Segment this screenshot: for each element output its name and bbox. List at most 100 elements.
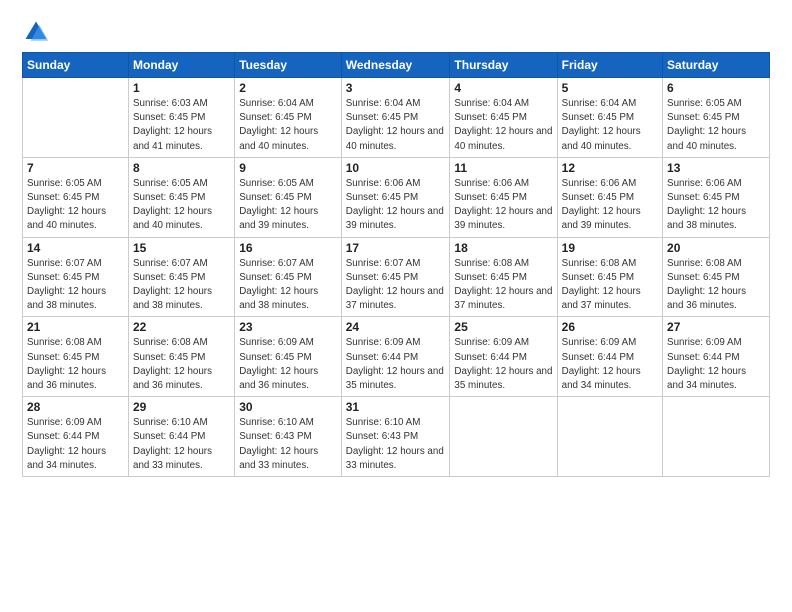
calendar-cell: 25 Sunrise: 6:09 AMSunset: 6:44 PMDayligh…: [450, 317, 557, 397]
calendar-cell: [450, 397, 557, 477]
day-number: 29: [133, 400, 230, 414]
day-info: Sunrise: 6:04 AMSunset: 6:45 PMDaylight:…: [562, 97, 658, 154]
day-info: Sunrise: 6:09 AMSunset: 6:44 PMDaylight:…: [346, 336, 446, 393]
day-info: Sunrise: 6:10 AMSunset: 6:43 PMDaylight:…: [239, 416, 337, 473]
header: [22, 18, 770, 46]
calendar-cell: 30 Sunrise: 6:10 AMSunset: 6:43 PMDayligh…: [235, 397, 342, 477]
calendar-cell: 20 Sunrise: 6:08 AMSunset: 6:45 PMDayligh…: [663, 237, 770, 317]
day-info: Sunrise: 6:07 AMSunset: 6:45 PMDaylight:…: [346, 257, 446, 314]
day-info: Sunrise: 6:09 AMSunset: 6:44 PMDaylight:…: [562, 336, 658, 393]
day-info: Sunrise: 6:05 AMSunset: 6:45 PMDaylight:…: [27, 177, 124, 234]
calendar-header-monday: Monday: [129, 53, 235, 78]
day-info: Sunrise: 6:04 AMSunset: 6:45 PMDaylight:…: [346, 97, 446, 154]
calendar-cell: 27 Sunrise: 6:09 AMSunset: 6:44 PMDayligh…: [663, 317, 770, 397]
calendar-cell: 3 Sunrise: 6:04 AMSunset: 6:45 PMDaylight…: [341, 78, 450, 158]
calendar-cell: 23Sunrise: 6:09 AMSunset: 6:45 PMDayligh…: [235, 317, 342, 397]
calendar-header-wednesday: Wednesday: [341, 53, 450, 78]
day-info: Sunrise: 6:07 AMSunset: 6:45 PMDaylight:…: [133, 257, 230, 314]
day-number: 7: [27, 161, 124, 175]
day-number: 10: [346, 161, 446, 175]
calendar-header-friday: Friday: [557, 53, 662, 78]
calendar-cell: 6Sunrise: 6:05 AMSunset: 6:45 PMDaylight…: [663, 78, 770, 158]
calendar-cell: 1 Sunrise: 6:03 AMSunset: 6:45 PMDaylight…: [129, 78, 235, 158]
day-info: Sunrise: 6:04 AMSunset: 6:45 PMDaylight:…: [454, 97, 552, 154]
day-number: 6: [667, 81, 765, 95]
day-number: 5: [562, 81, 658, 95]
day-info: Sunrise: 6:06 AMSunset: 6:45 PMDaylight:…: [346, 177, 446, 234]
day-number: 2: [239, 81, 337, 95]
day-info: Sunrise: 6:06 AMSunset: 6:45 PMDaylight:…: [454, 177, 552, 234]
day-number: 28: [27, 400, 124, 414]
day-number: 24: [346, 320, 446, 334]
calendar-cell: 2 Sunrise: 6:04 AMSunset: 6:45 PMDaylight…: [235, 78, 342, 158]
day-info: Sunrise: 6:08 AMSunset: 6:45 PMDaylight:…: [133, 336, 230, 393]
calendar-cell: [557, 397, 662, 477]
calendar-week-row: 14Sunrise: 6:07 AMSunset: 6:45 PMDayligh…: [23, 237, 770, 317]
calendar-cell: 7 Sunrise: 6:05 AMSunset: 6:45 PMDaylight…: [23, 157, 129, 237]
day-number: 19: [562, 241, 658, 255]
day-info: Sunrise: 6:03 AMSunset: 6:45 PMDaylight:…: [133, 97, 230, 154]
calendar-cell: 22 Sunrise: 6:08 AMSunset: 6:45 PMDayligh…: [129, 317, 235, 397]
calendar-cell: 14Sunrise: 6:07 AMSunset: 6:45 PMDayligh…: [23, 237, 129, 317]
day-number: 26: [562, 320, 658, 334]
day-info: Sunrise: 6:08 AMSunset: 6:45 PMDaylight:…: [667, 257, 765, 314]
day-number: 16: [239, 241, 337, 255]
day-number: 3: [346, 81, 446, 95]
day-number: 8: [133, 161, 230, 175]
day-info: Sunrise: 6:08 AMSunset: 6:45 PMDaylight:…: [27, 336, 124, 393]
day-info: Sunrise: 6:08 AMSunset: 6:45 PMDaylight:…: [454, 257, 552, 314]
day-number: 27: [667, 320, 765, 334]
calendar-cell: 11 Sunrise: 6:06 AMSunset: 6:45 PMDayligh…: [450, 157, 557, 237]
calendar-week-row: 28Sunrise: 6:09 AMSunset: 6:44 PMDayligh…: [23, 397, 770, 477]
calendar-cell: 5 Sunrise: 6:04 AMSunset: 6:45 PMDaylight…: [557, 78, 662, 158]
day-number: 17: [346, 241, 446, 255]
calendar-cell: 15 Sunrise: 6:07 AMSunset: 6:45 PMDayligh…: [129, 237, 235, 317]
calendar-cell: [663, 397, 770, 477]
calendar-cell: 9 Sunrise: 6:05 AMSunset: 6:45 PMDaylight…: [235, 157, 342, 237]
calendar-week-row: 7 Sunrise: 6:05 AMSunset: 6:45 PMDaylight…: [23, 157, 770, 237]
day-info: Sunrise: 6:05 AMSunset: 6:45 PMDaylight:…: [239, 177, 337, 234]
logo: [22, 18, 54, 46]
calendar-cell: 31 Sunrise: 6:10 AMSunset: 6:43 PMDayligh…: [341, 397, 450, 477]
day-number: 25: [454, 320, 552, 334]
day-info: Sunrise: 6:09 AMSunset: 6:45 PMDaylight:…: [239, 336, 337, 393]
day-number: 18: [454, 241, 552, 255]
calendar-header-tuesday: Tuesday: [235, 53, 342, 78]
calendar-week-row: 21 Sunrise: 6:08 AMSunset: 6:45 PMDayligh…: [23, 317, 770, 397]
day-number: 1: [133, 81, 230, 95]
day-number: 22: [133, 320, 230, 334]
day-number: 12: [562, 161, 658, 175]
calendar-header-sunday: Sunday: [23, 53, 129, 78]
day-info: Sunrise: 6:08 AMSunset: 6:45 PMDaylight:…: [562, 257, 658, 314]
day-info: Sunrise: 6:09 AMSunset: 6:44 PMDaylight:…: [454, 336, 552, 393]
day-number: 31: [346, 400, 446, 414]
calendar-header-saturday: Saturday: [663, 53, 770, 78]
calendar-cell: 18 Sunrise: 6:08 AMSunset: 6:45 PMDayligh…: [450, 237, 557, 317]
day-number: 21: [27, 320, 124, 334]
calendar-cell: 26 Sunrise: 6:09 AMSunset: 6:44 PMDayligh…: [557, 317, 662, 397]
calendar-cell: [23, 78, 129, 158]
day-number: 20: [667, 241, 765, 255]
day-info: Sunrise: 6:10 AMSunset: 6:43 PMDaylight:…: [346, 416, 446, 473]
calendar-header-row: SundayMondayTuesdayWednesdayThursdayFrid…: [23, 53, 770, 78]
day-info: Sunrise: 6:09 AMSunset: 6:44 PMDaylight:…: [667, 336, 765, 393]
calendar-cell: 10 Sunrise: 6:06 AMSunset: 6:45 PMDayligh…: [341, 157, 450, 237]
calendar-cell: 12Sunrise: 6:06 AMSunset: 6:45 PMDayligh…: [557, 157, 662, 237]
calendar-cell: 16 Sunrise: 6:07 AMSunset: 6:45 PMDayligh…: [235, 237, 342, 317]
day-info: Sunrise: 6:10 AMSunset: 6:44 PMDaylight:…: [133, 416, 230, 473]
day-number: 15: [133, 241, 230, 255]
calendar-cell: 19 Sunrise: 6:08 AMSunset: 6:45 PMDayligh…: [557, 237, 662, 317]
calendar-week-row: 1 Sunrise: 6:03 AMSunset: 6:45 PMDaylight…: [23, 78, 770, 158]
calendar-cell: 4 Sunrise: 6:04 AMSunset: 6:45 PMDaylight…: [450, 78, 557, 158]
day-number: 30: [239, 400, 337, 414]
day-number: 4: [454, 81, 552, 95]
day-number: 11: [454, 161, 552, 175]
calendar-cell: 13Sunrise: 6:06 AMSunset: 6:45 PMDayligh…: [663, 157, 770, 237]
day-info: Sunrise: 6:06 AMSunset: 6:45 PMDaylight:…: [667, 177, 765, 234]
calendar-cell: 29 Sunrise: 6:10 AMSunset: 6:44 PMDayligh…: [129, 397, 235, 477]
day-info: Sunrise: 6:07 AMSunset: 6:45 PMDaylight:…: [239, 257, 337, 314]
logo-icon: [22, 18, 50, 46]
day-number: 9: [239, 161, 337, 175]
calendar-cell: 8Sunrise: 6:05 AMSunset: 6:45 PMDaylight…: [129, 157, 235, 237]
day-info: Sunrise: 6:04 AMSunset: 6:45 PMDaylight:…: [239, 97, 337, 154]
